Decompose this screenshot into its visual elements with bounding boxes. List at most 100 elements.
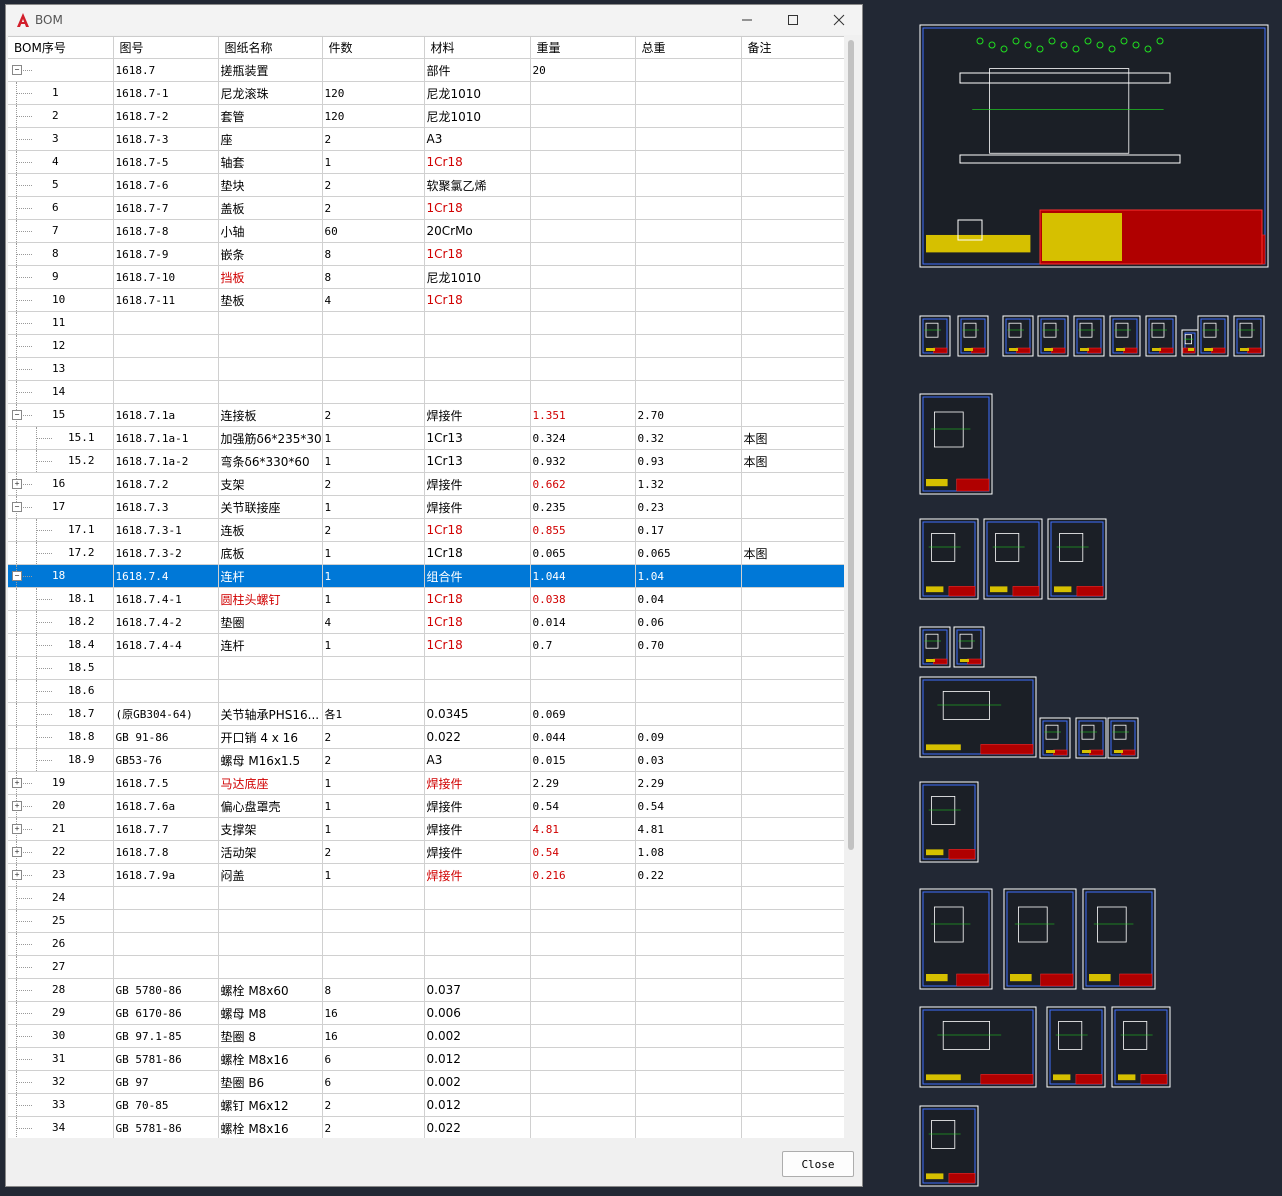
weight-cell[interactable]	[530, 196, 636, 220]
remark-cell[interactable]	[741, 518, 846, 542]
material-cell[interactable]: 0.037	[424, 978, 531, 1002]
drawing-number-cell[interactable]: 1618.7.9a	[113, 863, 219, 887]
quantity-cell[interactable]: 1	[322, 541, 425, 565]
bom-seq-cell[interactable]: 18.2	[8, 610, 114, 634]
total-weight-cell[interactable]	[635, 1047, 742, 1071]
table-row[interactable]: 17.2 1618.7.3-2 底板 1 1Cr18 0.065 0.065 本图	[8, 541, 846, 565]
bom-seq-cell[interactable]: 15.2	[8, 449, 114, 473]
drawing-name-cell[interactable]: 连杆	[218, 564, 323, 588]
remark-cell[interactable]	[741, 81, 846, 105]
drawing-name-cell[interactable]: 螺母 M8	[218, 1001, 323, 1025]
drawing-name-cell[interactable]	[218, 656, 323, 680]
quantity-cell[interactable]: 8	[322, 265, 425, 289]
material-cell[interactable]: 焊接件	[424, 863, 531, 887]
weight-cell[interactable]: 0.932	[530, 449, 636, 473]
remark-cell[interactable]	[741, 1070, 846, 1094]
quantity-cell[interactable]	[322, 955, 425, 979]
drawing-name-cell[interactable]: 圆柱头螺钉	[218, 587, 323, 611]
total-weight-cell[interactable]: 0.23	[635, 495, 742, 519]
quantity-cell[interactable]: 2	[322, 748, 425, 772]
table-row[interactable]: +16 1618.7.2 支架 2 焊接件 0.662 1.32	[8, 472, 846, 496]
total-weight-cell[interactable]	[635, 909, 742, 933]
remark-cell[interactable]	[741, 840, 846, 864]
bom-seq-cell[interactable]: 15.1	[8, 426, 114, 450]
bom-seq-cell[interactable]: 5	[8, 173, 114, 197]
drawing-sheet-thumbnail[interactable]	[919, 24, 1269, 268]
drawing-number-cell[interactable]: GB 91-86	[113, 725, 219, 749]
material-cell[interactable]: 尼龙1010	[424, 81, 531, 105]
weight-cell[interactable]: 0.235	[530, 495, 636, 519]
bom-seq-cell[interactable]: 18.6	[8, 679, 114, 703]
table-row[interactable]: 18.9 GB53-76 螺母 M16x1.5 2 A3 0.015 0.03	[8, 748, 846, 772]
material-cell[interactable]: 尼龙1010	[424, 265, 531, 289]
drawing-name-cell[interactable]: 闷盖	[218, 863, 323, 887]
quantity-cell[interactable]: 2	[322, 403, 425, 427]
expand-icon[interactable]: +	[12, 870, 22, 880]
weight-cell[interactable]	[530, 265, 636, 289]
bom-seq-cell[interactable]: 3	[8, 127, 114, 151]
weight-cell[interactable]: 0.324	[530, 426, 636, 450]
drawing-number-cell[interactable]: GB 70-85	[113, 1093, 219, 1117]
drawing-number-cell[interactable]: 1618.7-11	[113, 288, 219, 312]
bom-seq-cell[interactable]: +20	[8, 794, 114, 818]
weight-cell[interactable]: 0.662	[530, 472, 636, 496]
drawing-number-cell[interactable]	[113, 932, 219, 956]
bom-seq-cell[interactable]: 10	[8, 288, 114, 312]
drawing-name-cell[interactable]: 垫圈 B6	[218, 1070, 323, 1094]
drawing-name-cell[interactable]	[218, 909, 323, 933]
quantity-cell[interactable]: 1	[322, 587, 425, 611]
weight-cell[interactable]: 20	[530, 58, 636, 82]
drawing-sheet-thumbnail[interactable]	[1197, 315, 1229, 357]
table-row[interactable]: 18.8 GB 91-86 开口销 4 x 16 2 0.022 0.044 0.09	[8, 725, 846, 749]
total-weight-cell[interactable]	[635, 58, 742, 82]
remark-cell[interactable]	[741, 311, 846, 335]
drawing-sheet-thumbnail[interactable]	[919, 393, 993, 495]
table-row[interactable]: 26	[8, 932, 846, 956]
remark-cell[interactable]	[741, 380, 846, 404]
drawing-sheet-thumbnail[interactable]	[1003, 888, 1077, 990]
collapse-icon[interactable]: −	[12, 65, 22, 75]
expand-icon[interactable]: +	[12, 801, 22, 811]
table-row[interactable]: 18.6	[8, 679, 846, 703]
remark-cell[interactable]	[741, 334, 846, 358]
remark-cell[interactable]: 本图	[741, 426, 846, 450]
table-row[interactable]: 6 1618.7-7 盖板 2 1Cr18	[8, 196, 846, 220]
bom-seq-cell[interactable]: +22	[8, 840, 114, 864]
drawing-number-cell[interactable]: 1618.7.6a	[113, 794, 219, 818]
quantity-cell[interactable]	[322, 886, 425, 910]
total-weight-cell[interactable]: 0.93	[635, 449, 742, 473]
bom-seq-cell[interactable]: 18.8	[8, 725, 114, 749]
quantity-cell[interactable]: 2	[322, 840, 425, 864]
drawing-name-cell[interactable]	[218, 679, 323, 703]
table-row[interactable]: 25	[8, 909, 846, 933]
drawing-name-cell[interactable]: 连杆	[218, 633, 323, 657]
drawing-number-cell[interactable]	[113, 380, 219, 404]
drawing-number-cell[interactable]: 1618.7.4-4	[113, 633, 219, 657]
drawing-name-cell[interactable]: 关节联接座	[218, 495, 323, 519]
quantity-cell[interactable]: 1	[322, 633, 425, 657]
material-cell[interactable]: 焊接件	[424, 771, 531, 795]
drawing-number-cell[interactable]	[113, 955, 219, 979]
weight-cell[interactable]	[530, 104, 636, 128]
drawing-number-cell[interactable]	[113, 886, 219, 910]
drawing-number-cell[interactable]	[113, 909, 219, 933]
drawing-number-cell[interactable]: 1618.7.4-1	[113, 587, 219, 611]
material-cell[interactable]	[424, 909, 531, 933]
drawing-number-cell[interactable]: (原GB304-64)	[113, 702, 219, 726]
material-cell[interactable]: 尼龙1010	[424, 104, 531, 128]
bom-seq-cell[interactable]: − 17	[8, 495, 114, 519]
drawing-name-cell[interactable]: 开口销 4 x 16	[218, 725, 323, 749]
material-cell[interactable]: 1Cr18	[424, 518, 531, 542]
material-cell[interactable]: 焊接件	[424, 495, 531, 519]
drawing-name-cell[interactable]: 螺钉 M6x12	[218, 1093, 323, 1117]
material-cell[interactable]	[424, 955, 531, 979]
drawing-number-cell[interactable]: GB53-76	[113, 748, 219, 772]
quantity-cell[interactable]: 2	[322, 1093, 425, 1117]
drawing-number-cell[interactable]	[113, 656, 219, 680]
drawing-sheet-thumbnail[interactable]	[919, 626, 951, 668]
weight-cell[interactable]	[530, 173, 636, 197]
drawing-sheet-thumbnail[interactable]	[1145, 315, 1177, 357]
drawing-number-cell[interactable]: 1618.7	[113, 58, 219, 82]
weight-cell[interactable]	[530, 288, 636, 312]
remark-cell[interactable]	[741, 886, 846, 910]
